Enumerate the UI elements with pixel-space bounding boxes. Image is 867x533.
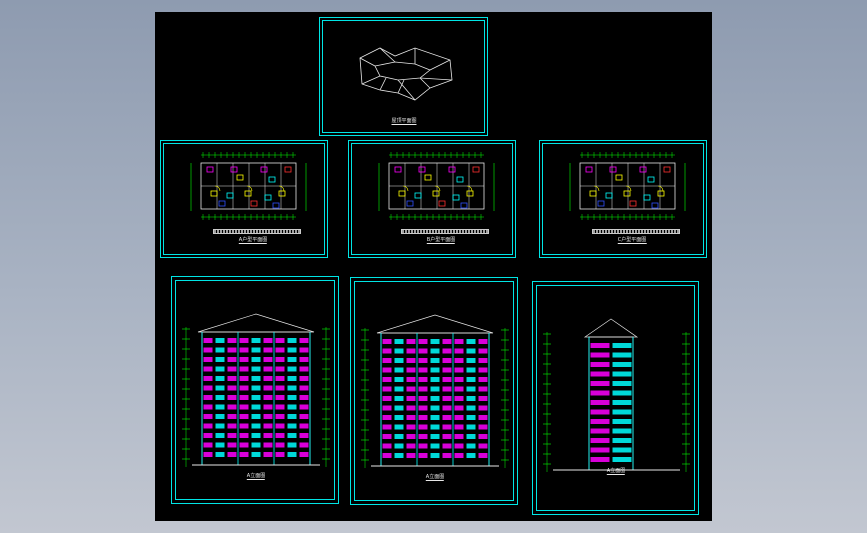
floor-plan-notes-1 [213, 229, 301, 234]
floor-plan-sheet-3[interactable]: C户型平面图 [539, 140, 707, 258]
floor-plan-caption-3: C户型平面图 [617, 237, 647, 244]
floor-plan-notes-3 [592, 229, 680, 234]
floor-plan-sheet-2[interactable]: B户型平面图 [348, 140, 516, 258]
floor-plan-caption-1: A户型平面图 [238, 237, 268, 244]
elevation-sheet-1[interactable]: A立面图 [171, 276, 339, 504]
floor-plan-caption-2: B户型平面图 [426, 237, 456, 244]
floor-plan-notes-2 [401, 229, 489, 234]
elevation-drawing-1 [182, 313, 330, 467]
elevation-drawing-3 [543, 318, 690, 472]
elevation-drawing-2 [361, 314, 509, 468]
elevation-caption-3: A立面图 [606, 468, 626, 475]
elevation-caption-2: A立面图 [425, 474, 445, 481]
roof-plan-caption: 屋顶平面图 [391, 118, 417, 125]
cad-drawing-canvas[interactable]: 屋顶平面图 A户型平面图 B户型平面图 C户型平面图 A立面图 A立面图 A立面… [155, 12, 712, 521]
elevation-sheet-3[interactable]: A立面图 [532, 281, 699, 515]
roof-plan-sheet[interactable]: 屋顶平面图 [319, 17, 488, 136]
floor-plan-sheet-1[interactable]: A户型平面图 [160, 140, 328, 258]
elevation-sheet-2[interactable]: A立面图 [350, 277, 518, 505]
elevation-caption-1: A立面图 [246, 473, 266, 480]
